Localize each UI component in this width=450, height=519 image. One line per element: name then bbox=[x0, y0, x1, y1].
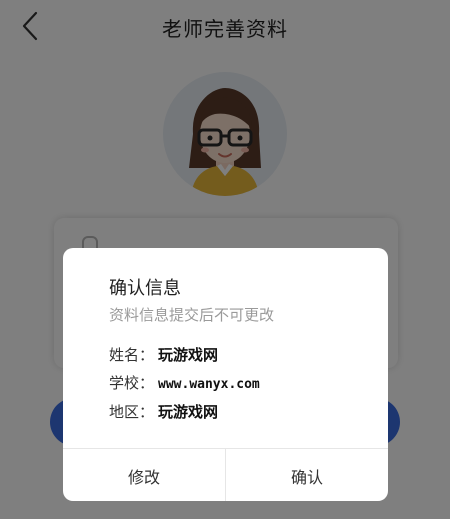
dialog-title: 确认信息 bbox=[109, 278, 181, 299]
dialog-subtitle: 资料信息提交后不可更改 bbox=[109, 306, 275, 324]
name-value: 玩游戏网 bbox=[158, 346, 219, 364]
region-label: 地区： bbox=[109, 403, 155, 421]
school-label: 学校： bbox=[109, 374, 155, 392]
school-value: www.wanyx.com bbox=[158, 377, 260, 392]
dialog-footer: 修改 确认 bbox=[63, 448, 388, 501]
confirm-dialog: 确认信息 资料信息提交后不可更改 姓名： 玩游戏网 学校： www.wanyx.co… bbox=[63, 248, 388, 501]
region-value: 玩游戏网 bbox=[158, 403, 219, 421]
info-row-school: 学校： www.wanyx.com bbox=[109, 372, 260, 393]
confirm-button[interactable]: 确认 bbox=[225, 449, 388, 501]
name-label: 姓名： bbox=[109, 346, 155, 364]
info-row-region: 地区： 玩游戏网 bbox=[109, 401, 218, 422]
modify-button[interactable]: 修改 bbox=[63, 449, 225, 501]
info-row-name: 姓名： 玩游戏网 bbox=[109, 344, 218, 365]
